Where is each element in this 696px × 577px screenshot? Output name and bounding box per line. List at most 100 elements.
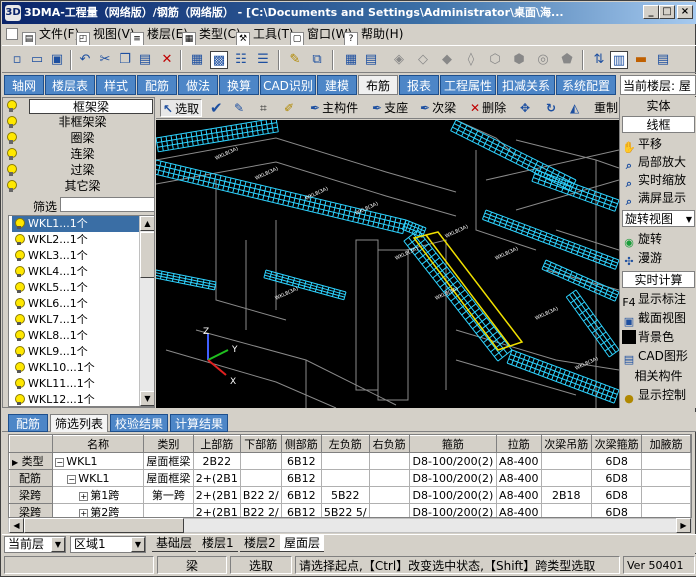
- table-cell[interactable]: A8-400: [496, 503, 542, 517]
- tab-rebar-config[interactable]: 配筋: [137, 75, 177, 95]
- column-header[interactable]: 右负筋: [368, 435, 410, 453]
- table-cell[interactable]: [239, 452, 282, 470]
- list-item[interactable]: WKL5...1个: [12, 280, 140, 296]
- menu-file[interactable]: ▤ 文件(F): [22, 26, 79, 46]
- table-cell[interactable]: [239, 469, 282, 487]
- tree-collapse-icon[interactable]: −: [55, 457, 65, 467]
- list-item[interactable]: WKL2...1个: [12, 232, 140, 248]
- beam-tool-icon[interactable]: ◈: [390, 51, 408, 69]
- table-cell[interactable]: [320, 469, 370, 487]
- table-cell[interactable]: [641, 452, 691, 470]
- table-cell[interactable]: [540, 469, 592, 487]
- bulb-icon[interactable]: [6, 100, 17, 113]
- tab-calc-results[interactable]: 计算结果: [170, 414, 228, 432]
- box-select-icon[interactable]: ⌗: [260, 99, 267, 117]
- layout-view-icon[interactable]: ▩: [210, 51, 228, 69]
- tree-expand-icon[interactable]: +: [79, 509, 89, 517]
- main-member-button[interactable]: ✒ 主构件: [310, 99, 358, 117]
- table-cell[interactable]: [368, 503, 410, 517]
- list-item[interactable]: WKL4...1个: [12, 264, 140, 280]
- tree-collapse-icon[interactable]: −: [67, 474, 77, 484]
- region-select[interactable]: 区域1 ▼: [70, 536, 146, 553]
- list-item[interactable]: WKL6...1个: [12, 296, 140, 312]
- secondary-beam-button[interactable]: ✒ 次梁: [420, 99, 456, 117]
- table-row[interactable]: 梁跨 + 第1跨 第一跨 2+(2B1 B22 2/ 6B12 5B22 D8-1…: [9, 486, 691, 504]
- table-cell[interactable]: 2B18: [540, 486, 592, 504]
- tab-method[interactable]: 做法: [178, 75, 218, 95]
- mdi-icon[interactable]: [6, 28, 18, 40]
- category-nonframe-beam[interactable]: 非框架梁: [11, 115, 154, 130]
- paste-icon[interactable]: ▤: [136, 51, 154, 69]
- tab-style[interactable]: 样式: [96, 75, 136, 95]
- table-cell[interactable]: A8-400: [496, 486, 542, 504]
- table-cell[interactable]: 屋面框梁: [143, 452, 194, 470]
- table-cell[interactable]: − WKL1: [52, 452, 145, 470]
- table-cell[interactable]: D8-100/200(2): [408, 469, 498, 487]
- orbit-button[interactable]: ◉ 旋转: [622, 231, 695, 248]
- table-cell[interactable]: [320, 452, 370, 470]
- floor-tab-roof[interactable]: 屋面层: [280, 535, 325, 552]
- grid-small-icon[interactable]: ▦: [342, 51, 360, 69]
- delete-button[interactable]: ✕ 删除: [470, 99, 506, 117]
- table-cell[interactable]: 5B22 5/: [320, 503, 370, 517]
- table-cell[interactable]: A8-400: [496, 469, 542, 487]
- table-cell[interactable]: 2B22: [192, 452, 241, 470]
- column-header[interactable]: 拉筋: [496, 435, 542, 453]
- table-cell[interactable]: D8-100/200(2): [408, 452, 498, 470]
- list-item[interactable]: WKL9...1个: [12, 344, 140, 360]
- tab-project-properties[interactable]: 工程属性: [440, 75, 496, 95]
- tab-check-results[interactable]: 校验结果: [110, 414, 168, 432]
- table-cell[interactable]: [540, 452, 592, 470]
- column-header[interactable]: 上部筋: [192, 435, 241, 453]
- magic-wand-icon[interactable]: ✎: [286, 51, 304, 69]
- table-cell[interactable]: 6B12: [280, 503, 322, 517]
- maximize-button[interactable]: □: [659, 5, 675, 19]
- table-cell[interactable]: 6B12: [280, 486, 322, 504]
- table-cell[interactable]: [641, 469, 691, 487]
- new-icon[interactable]: ▫: [8, 51, 26, 69]
- zoom-extents-button[interactable]: ⌕ 满屏显示: [622, 190, 695, 207]
- table-cell[interactable]: B22 2/: [239, 503, 282, 517]
- table-cell[interactable]: B22 2/: [239, 486, 282, 504]
- tab-report[interactable]: 报表: [399, 75, 439, 95]
- table-cell[interactable]: [368, 452, 410, 470]
- model-3d-view[interactable]: WKL8(3A) WKL8(3A) WKL8(3A) WKL8(3A) WKL8(3A)…: [156, 120, 619, 408]
- table-cell[interactable]: − WKL1: [52, 469, 145, 487]
- component-tool-icon[interactable]: ⬟: [558, 51, 576, 69]
- section-view-button[interactable]: ▣ 截面视图: [622, 310, 695, 327]
- table-cell[interactable]: 6D8: [590, 469, 643, 487]
- category-frame-beam[interactable]: 框架梁: [29, 99, 153, 114]
- beam-list[interactable]: WKL1...1个 WKL2...1个 WKL3...1个 WKL4...1个 …: [8, 215, 155, 407]
- table-cell[interactable]: [368, 469, 410, 487]
- rebar-table[interactable]: 名称 类别 上部筋 下部筋 侧部筋 左负筋 右负筋 箍筋 拉筋 次梁吊筋 次梁箍…: [8, 434, 692, 518]
- table-row[interactable]: ▶ 类型 − WKL1 屋面框梁 2B22 6B12 D8-100/200(2) …: [9, 452, 691, 470]
- tile-icon[interactable]: ⧉: [308, 51, 326, 69]
- table-cell[interactable]: [641, 503, 691, 517]
- column-header[interactable]: 下部筋: [239, 435, 282, 453]
- table-cell[interactable]: 6B12: [280, 469, 322, 487]
- tab-modeling[interactable]: 建模: [317, 75, 357, 95]
- scroll-thumb[interactable]: [140, 232, 154, 278]
- tab-convert[interactable]: 换算: [219, 75, 259, 95]
- table-cell[interactable]: + 第1跨: [52, 486, 145, 504]
- cad-drawing-button[interactable]: ▤ CAD图形: [622, 348, 695, 365]
- mode-active-icon[interactable]: ▥: [610, 51, 628, 69]
- walk-button[interactable]: ✣ 漫游: [622, 250, 695, 267]
- tab-cad-recognition[interactable]: CAD识别: [260, 75, 316, 95]
- column-header[interactable]: 名称: [52, 435, 145, 453]
- table-cell[interactable]: 5B22: [320, 486, 370, 504]
- column-header[interactable]: 类别: [143, 435, 194, 453]
- open-icon[interactable]: ▭: [28, 51, 46, 69]
- zoom-realtime-button[interactable]: ⌕ 实时缩放: [622, 172, 695, 189]
- menu-help[interactable]: ? 帮助(H): [344, 26, 403, 46]
- hscroll-thumb[interactable]: [24, 518, 184, 533]
- slab-tool-icon[interactable]: ◆: [438, 51, 456, 69]
- column-header[interactable]: 箍筋: [408, 435, 498, 453]
- column-tool-icon[interactable]: ◇: [414, 51, 432, 69]
- foundation-tool-icon[interactable]: ◎: [534, 51, 552, 69]
- table-cell[interactable]: 2+(2B1: [192, 503, 241, 517]
- show-dimension-button[interactable]: F4 显示标注: [622, 291, 695, 308]
- opening-tool-icon[interactable]: ⬡: [486, 51, 504, 69]
- tab-system-config[interactable]: 系统配置: [556, 75, 616, 95]
- category-lintel[interactable]: 过梁: [11, 163, 154, 178]
